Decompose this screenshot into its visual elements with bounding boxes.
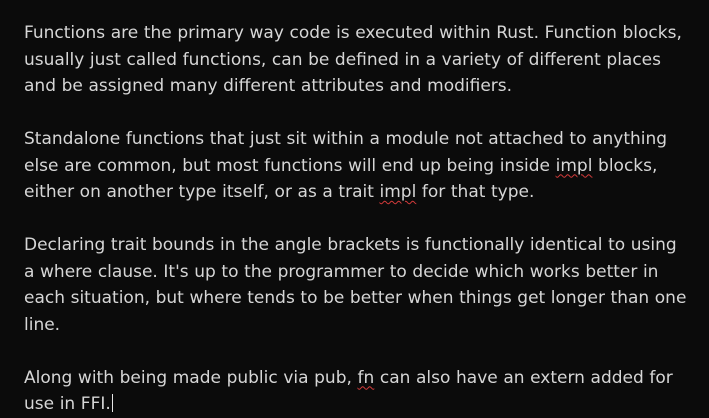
paragraph-1: Functions are the primary way code is ex… — [24, 20, 691, 100]
paragraph-3-text: Declaring trait bounds in the angle brac… — [24, 235, 687, 335]
misspelled-word[interactable]: impl — [556, 156, 593, 176]
text-cursor — [111, 394, 113, 412]
misspelled-word[interactable]: impl — [380, 182, 417, 202]
paragraph-3: Declaring trait bounds in the angle brac… — [24, 232, 691, 338]
paragraph-2: Standalone functions that just sit withi… — [24, 126, 691, 206]
paragraph-1-text: Functions are the primary way code is ex… — [24, 23, 682, 96]
paragraph-2-text-c: for that type. — [416, 182, 535, 202]
paragraph-4: Along with being made public via pub, fn… — [24, 365, 691, 418]
paragraph-4-text-a: Along with being made public via pub, — [24, 367, 358, 388]
text-editor[interactable]: Functions are the primary way code is ex… — [0, 0, 709, 417]
misspelled-word[interactable]: fn — [358, 368, 375, 388]
